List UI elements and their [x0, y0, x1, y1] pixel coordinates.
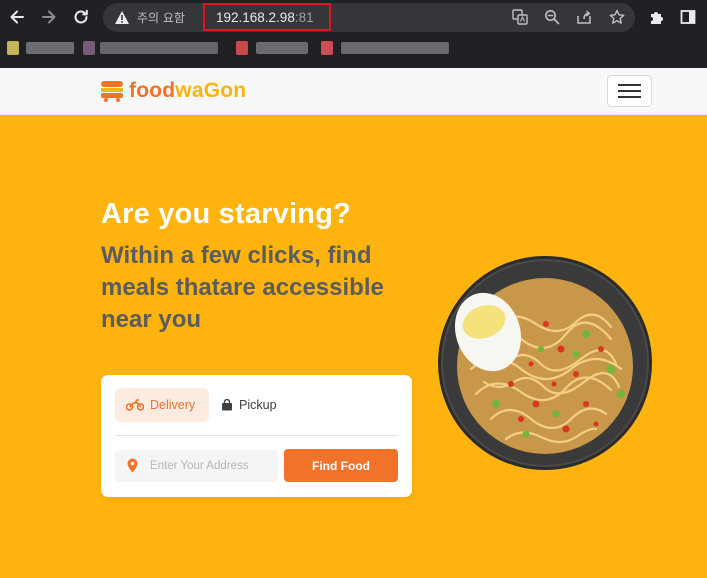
tab-pickup[interactable]: Pickup	[221, 388, 277, 422]
url-highlight-box: 192.168.2.98:81	[203, 3, 331, 31]
logo-text-food: food	[129, 79, 176, 102]
security-warning-text[interactable]: 주의 요함	[137, 9, 185, 26]
bookmark-favicon[interactable]	[83, 41, 95, 55]
url-port: :81	[294, 10, 314, 25]
reload-icon	[74, 9, 88, 24]
hero-title: Are you starving?	[101, 198, 351, 230]
site-navbar: foodwaGon	[0, 68, 707, 115]
browser-chrome: 주의 요함 192.168.2.98:81	[0, 0, 707, 68]
url-text[interactable]: 192.168.2.98:81	[216, 10, 314, 25]
motorbike-icon	[126, 399, 144, 411]
search-card: Delivery Pickup Find Food	[101, 375, 412, 497]
tab-delivery[interactable]: Delivery	[115, 388, 209, 422]
tab-delivery-label: Delivery	[150, 398, 196, 412]
omnibox[interactable]: 주의 요함 192.168.2.98:81	[103, 3, 635, 32]
tab-pickup-label: Pickup	[239, 398, 277, 412]
bookmark-favicon[interactable]	[321, 41, 333, 55]
forward-button[interactable]	[39, 7, 59, 27]
logo-text-wagon: waGon	[175, 79, 247, 102]
forward-arrow-icon	[42, 10, 56, 24]
back-arrow-icon	[10, 10, 24, 24]
warning-icon[interactable]	[114, 10, 130, 25]
translate-icon[interactable]	[511, 8, 529, 26]
bookmark-item[interactable]	[256, 42, 308, 54]
find-food-button[interactable]: Find Food	[284, 449, 398, 482]
back-button[interactable]	[7, 7, 27, 27]
hamburger-line	[618, 96, 641, 98]
bookmark-favicon[interactable]	[236, 41, 248, 55]
card-divider	[115, 435, 398, 436]
address-bar-row: 주의 요함 192.168.2.98:81	[0, 0, 707, 35]
bookmark-item[interactable]	[341, 42, 449, 54]
shopping-bag-icon	[222, 399, 232, 411]
bookmark-item[interactable]	[100, 42, 218, 54]
location-pin-icon	[127, 458, 138, 473]
hero-subtitle: Within a few clicks, find meals thatare …	[101, 242, 384, 333]
logo-text: foodwaGon	[129, 79, 246, 103]
url-host: 192.168.2.98	[216, 10, 295, 25]
zoom-icon[interactable]	[543, 8, 561, 26]
side-panel-icon[interactable]	[678, 7, 698, 27]
hamburger-line	[618, 84, 641, 86]
bookmark-item[interactable]	[26, 42, 74, 54]
reload-button[interactable]	[71, 7, 91, 27]
bookmark-favicon[interactable]	[7, 41, 19, 55]
share-icon[interactable]	[575, 8, 593, 26]
extensions-puzzle-icon[interactable]	[647, 7, 667, 27]
address-input[interactable]	[115, 450, 278, 482]
food-truck-logo-icon	[101, 81, 123, 102]
bookmark-star-icon[interactable]	[608, 8, 626, 26]
site-logo[interactable]: foodwaGon	[100, 79, 246, 103]
ramen-bowl-image	[438, 256, 652, 470]
hamburger-menu-button[interactable]	[607, 75, 652, 107]
hamburger-line	[618, 90, 641, 92]
